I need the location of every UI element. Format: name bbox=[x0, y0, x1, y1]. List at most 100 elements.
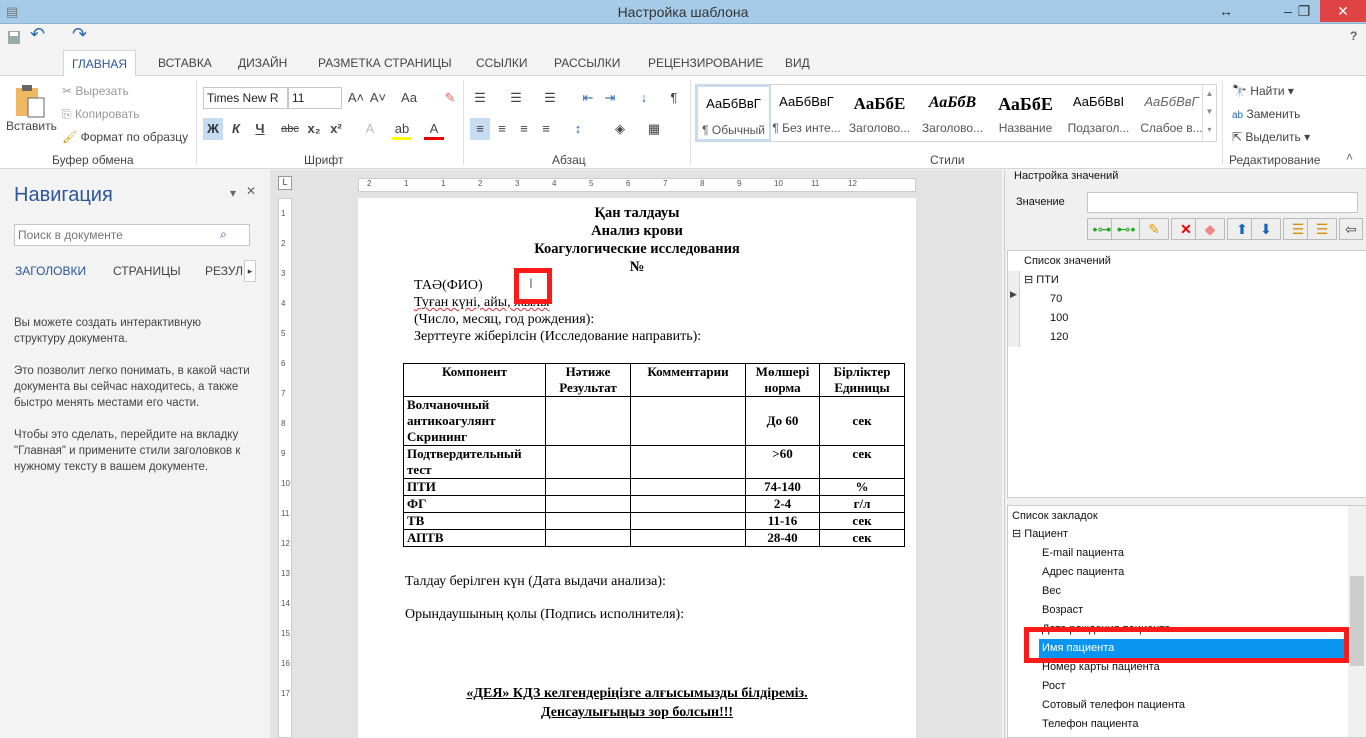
style-title[interactable]: АаБбЕ Название bbox=[988, 85, 1063, 141]
tab-mailings[interactable]: РАССЫЛКИ bbox=[546, 50, 628, 76]
borders-icon[interactable]: ▦ bbox=[644, 118, 664, 140]
format-painter-button[interactable]: 🖌 Формат по образцу bbox=[62, 130, 188, 144]
tabs-scroll-right[interactable]: ▸ bbox=[244, 260, 256, 282]
subscript-button[interactable]: x₂ bbox=[304, 118, 324, 140]
bookmarks-list[interactable]: Список закладок ⊟ Пациент E-mail пациент… bbox=[1007, 505, 1366, 738]
italic-button[interactable]: К bbox=[226, 118, 246, 140]
bookmark-item[interactable]: Вес bbox=[1012, 582, 1348, 601]
multilevel-list-icon[interactable]: ☰ bbox=[540, 87, 560, 109]
exit-icon[interactable]: ⇦ bbox=[1339, 218, 1363, 240]
edit-pencil-icon[interactable]: ✎ bbox=[1139, 218, 1169, 240]
paste-button[interactable]: Вставить bbox=[6, 119, 57, 133]
style-heading-2[interactable]: АаБбВ Заголово... bbox=[915, 85, 990, 141]
change-case-button[interactable]: Aa bbox=[396, 87, 422, 109]
horizontal-ruler[interactable]: 2 1 1 2 3 4 5 6 7 8 9 10 11 12 bbox=[358, 178, 916, 192]
line-spacing-icon[interactable]: ↕ bbox=[568, 118, 588, 140]
tab-design[interactable]: ДИЗАЙН bbox=[230, 50, 295, 76]
tab-headings[interactable]: ЗАГОЛОВКИ bbox=[15, 264, 86, 278]
help-icon[interactable]: ? bbox=[1350, 29, 1357, 43]
redo-icon[interactable]: ↷ bbox=[72, 24, 87, 45]
resize-icon[interactable]: ↔ bbox=[1206, 0, 1246, 22]
tab-selector[interactable]: L bbox=[278, 176, 292, 190]
justify-icon[interactable]: ≡ bbox=[536, 118, 556, 140]
move-down-icon[interactable]: ⬇ bbox=[1251, 218, 1281, 240]
restore-button[interactable]: ❐ bbox=[1284, 0, 1324, 22]
document-page[interactable]: Қан талдауы Анализ крови Коагулогические… bbox=[358, 198, 916, 738]
style-subtitle[interactable]: АаБбВвI Подзагол... bbox=[1061, 85, 1136, 141]
bookmark-item[interactable]: Телефон пациента bbox=[1012, 715, 1348, 734]
select-button[interactable]: ⇱ Выделить ▾ bbox=[1232, 130, 1310, 144]
clear-format-icon[interactable]: ✎ bbox=[440, 87, 460, 109]
grow-font-button[interactable]: A˄ bbox=[346, 87, 366, 109]
table-cell: сек bbox=[819, 512, 905, 530]
align-right-icon[interactable]: ≡ bbox=[514, 118, 534, 140]
copy-button[interactable]: ⎘ Копировать bbox=[62, 107, 140, 122]
collapse-ribbon-icon[interactable]: ˄ bbox=[1346, 150, 1353, 164]
add-child-node-button[interactable]: ⊷• bbox=[1111, 218, 1141, 240]
vertical-ruler[interactable]: 1 2 3 4 5 6 7 8 9 10 11 12 13 14 15 16 17 bbox=[278, 198, 292, 738]
font-name-select[interactable]: Times New R bbox=[203, 87, 288, 109]
style-heading-1[interactable]: АаБбЕ Заголово... bbox=[842, 85, 917, 141]
tree-root[interactable]: ⊟ Пациент bbox=[1012, 525, 1348, 544]
value-input[interactable] bbox=[1087, 192, 1358, 213]
values-list[interactable]: Список значений ▶ ⊟ ПТИ 70 100 120 bbox=[1007, 250, 1366, 498]
table-row: ФГ 2-4 г/л bbox=[403, 495, 905, 513]
eraser-icon[interactable]: ◆ bbox=[1195, 218, 1225, 240]
replace-button[interactable]: ab Заменить bbox=[1232, 107, 1300, 121]
tab-insert[interactable]: ВСТАВКА bbox=[150, 50, 220, 76]
superscript-button[interactable]: x² bbox=[326, 118, 346, 140]
tab-home[interactable]: ГЛАВНАЯ bbox=[63, 50, 137, 76]
tab-pages[interactable]: СТРАНИЦЫ bbox=[113, 264, 181, 278]
close-pane-icon[interactable]: ✕ bbox=[246, 184, 256, 198]
bookmark-item[interactable]: Сотовый телефон пациента bbox=[1012, 696, 1348, 715]
text-effects-icon[interactable]: A bbox=[360, 118, 380, 140]
scrollbar-thumb[interactable] bbox=[1350, 576, 1364, 666]
save-icon[interactable] bbox=[8, 31, 20, 44]
shading-icon[interactable]: ◈ bbox=[610, 118, 630, 140]
shrink-font-button[interactable]: A˅ bbox=[368, 87, 388, 109]
bookmark-item[interactable]: Адрес пациента bbox=[1012, 563, 1348, 582]
bullets-icon[interactable]: ☰ bbox=[470, 87, 490, 109]
tab-references[interactable]: ССЫЛКИ bbox=[468, 50, 535, 76]
cut-button[interactable]: ✂ Вырезать bbox=[62, 84, 129, 98]
styles-scroll[interactable]: ▲ ▼ ▾ bbox=[1202, 85, 1216, 141]
tree-item[interactable]: 70 bbox=[1024, 290, 1068, 309]
tab-layout[interactable]: РАЗМЕТКА СТРАНИЦЫ bbox=[310, 50, 460, 76]
bold-button[interactable]: Ж bbox=[203, 118, 223, 140]
pane-options-icon[interactable]: ▾ bbox=[230, 186, 236, 200]
tree-root[interactable]: ⊟ ПТИ bbox=[1024, 271, 1068, 290]
bookmark-item[interactable]: Возраст bbox=[1012, 601, 1348, 620]
collapse-all-icon[interactable]: ☰ bbox=[1307, 218, 1337, 240]
bookmark-item[interactable]: Рост bbox=[1012, 677, 1348, 696]
tab-view[interactable]: ВИД bbox=[777, 50, 818, 76]
find-button[interactable]: 🔭 Найти ▾ bbox=[1232, 84, 1294, 98]
tree-item[interactable]: 120 bbox=[1024, 328, 1068, 347]
increase-indent-icon[interactable]: ⇥ bbox=[600, 87, 620, 109]
highlight-icon[interactable]: ab bbox=[392, 118, 412, 140]
style-normal[interactable]: АаБбВвГ ¶ Обычный bbox=[696, 85, 771, 141]
strikethrough-button[interactable]: abc bbox=[280, 118, 300, 140]
numbering-icon[interactable]: ☰ bbox=[506, 87, 526, 109]
tree-item[interactable]: 100 bbox=[1024, 309, 1068, 328]
ruler-tick-label: 4 bbox=[552, 179, 557, 188]
undo-icon[interactable]: ↶ bbox=[30, 24, 45, 45]
font-size-select[interactable]: 11 bbox=[288, 87, 342, 109]
table-cell: ПТИ bbox=[403, 478, 546, 496]
search-icon[interactable]: ⌕ bbox=[220, 227, 227, 242]
pilcrow-icon[interactable]: ¶ bbox=[664, 87, 684, 109]
style-subtle-emphasis[interactable]: АаБбВвГ Слабое в... bbox=[1134, 85, 1209, 141]
style-no-spacing[interactable]: АаБбВвГ ¶ Без инте... bbox=[769, 85, 844, 141]
tab-review[interactable]: РЕЦЕНЗИРОВАНИЕ bbox=[640, 50, 771, 76]
sort-icon[interactable]: ↓ bbox=[634, 87, 654, 109]
align-center-icon[interactable]: ≡ bbox=[492, 118, 512, 140]
underline-button[interactable]: Ч bbox=[250, 118, 270, 140]
decrease-indent-icon[interactable]: ⇤ bbox=[578, 87, 598, 109]
paste-icon[interactable] bbox=[14, 84, 48, 118]
close-button[interactable]: ✕ bbox=[1320, 0, 1366, 22]
bookmark-item[interactable]: E-mail пациента bbox=[1012, 544, 1348, 563]
bookmarks-scrollbar[interactable] bbox=[1348, 506, 1366, 737]
highlight-box: I bbox=[514, 268, 552, 304]
search-document-input[interactable] bbox=[14, 224, 250, 246]
align-left-icon[interactable]: ≡ bbox=[470, 118, 490, 140]
font-color-icon[interactable]: A bbox=[424, 118, 444, 140]
